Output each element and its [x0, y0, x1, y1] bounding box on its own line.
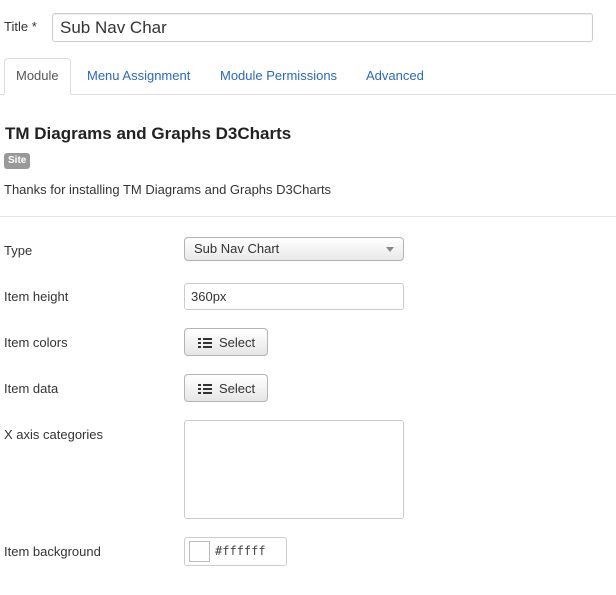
- divider: [0, 216, 616, 217]
- tab-module[interactable]: Module: [4, 58, 71, 95]
- type-select[interactable]: Sub Nav Chart: [184, 237, 404, 261]
- title-label: Title *: [4, 19, 37, 34]
- type-label: Type: [4, 243, 33, 258]
- item-data-label: Item data: [4, 381, 59, 396]
- type-select-value: Sub Nav Chart: [194, 241, 280, 256]
- item-colors-label: Item colors: [4, 335, 68, 350]
- site-badge: Site: [4, 153, 31, 169]
- module-heading: TM Diagrams and Graphs D3Charts: [5, 124, 292, 143]
- item-colors-select-button[interactable]: Select: [184, 328, 268, 356]
- chevron-down-icon: [386, 247, 394, 252]
- item-background-color-input[interactable]: #ffffff: [184, 537, 287, 566]
- tab-bar: Module Menu Assignment Module Permission…: [0, 58, 616, 95]
- tab-advanced[interactable]: Advanced: [351, 58, 439, 93]
- tab-module-permissions[interactable]: Module Permissions: [205, 58, 352, 93]
- list-icon: [198, 338, 212, 348]
- tab-menu-assignment[interactable]: Menu Assignment: [72, 58, 205, 93]
- x-axis-categories-textarea[interactable]: [184, 420, 404, 519]
- item-height-input[interactable]: 360px: [184, 283, 404, 310]
- item-background-label: Item background: [4, 544, 101, 559]
- item-data-button-label: Select: [219, 381, 256, 396]
- color-swatch[interactable]: [189, 541, 210, 562]
- title-input[interactable]: [52, 13, 593, 42]
- item-colors-button-label: Select: [219, 335, 256, 350]
- item-height-label: Item height: [4, 289, 69, 304]
- item-data-select-button[interactable]: Select: [184, 374, 268, 402]
- module-description: Thanks for installing TM Diagrams and Gr…: [4, 182, 332, 197]
- list-icon: [198, 384, 212, 394]
- x-axis-categories-label: X axis categories: [4, 427, 103, 442]
- item-background-value: #ffffff: [215, 544, 266, 558]
